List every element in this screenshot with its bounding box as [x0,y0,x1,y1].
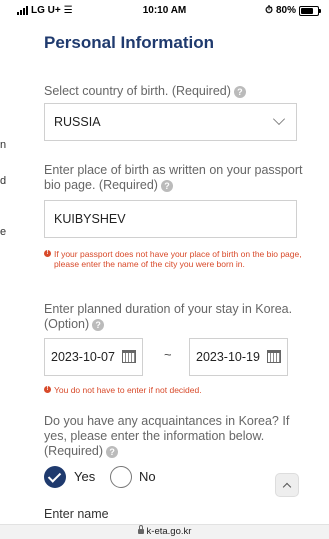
country-label: Select country of birth. (Required)? [44,84,306,99]
start-date-value: 2023-10-07 [51,350,115,364]
start-date-input[interactable]: 2023-10-07 [44,338,143,376]
scroll-to-top-button[interactable] [275,473,299,497]
status-bar: LG U+ ☰ 10:10 AM ⏱ 80% [0,0,329,22]
date-separator: ~ [164,347,172,362]
chevron-down-icon [272,112,286,126]
alert-icon: ! [44,386,51,393]
birthplace-note: ! If your passport does not have your pl… [44,249,306,269]
name-label: Enter name [44,507,109,521]
battery-icon [299,5,321,16]
help-icon[interactable]: ? [92,318,105,331]
radio-yes-checked[interactable] [44,466,66,488]
left-edge-fragment: d [0,175,6,187]
birthplace-label: Enter place of birth as written on your … [44,163,306,193]
page-title: Personal Information [44,33,215,52]
help-icon[interactable]: ? [233,85,246,98]
country-select-value: RUSSIA [54,115,101,129]
status-right: ⏱ 80% [265,5,321,16]
help-icon[interactable]: ? [106,445,119,458]
alert-icon: ! [44,250,51,257]
radio-no[interactable] [110,466,132,488]
acquaintance-label: Do you have any acquaintances in Korea? … [44,414,306,459]
birthplace-note-text: If your passport does not have your plac… [54,249,302,269]
url-bar[interactable]: k-eta.go.kr [0,524,329,539]
radio-yes-label[interactable]: Yes [74,469,95,484]
birthplace-value: KUIBYSHEV [54,212,126,226]
country-select[interactable]: RUSSIA [44,103,297,141]
left-edge-fragment: e [0,226,6,238]
birthplace-label-text: Enter place of birth as written on your … [44,163,303,192]
help-icon[interactable]: ? [160,179,173,192]
url-text: k-eta.go.kr [146,526,192,537]
alarm-icon: ⏱ [265,5,273,16]
stay-note-text: You do not have to enter if not decided. [54,385,202,395]
lock-icon [137,524,144,534]
stay-label: Enter planned duration of your stay in K… [44,302,306,332]
stay-label-text: Enter planned duration of your stay in K… [44,302,293,331]
left-edge-fragment: n [0,139,6,151]
calendar-icon[interactable] [267,350,281,363]
battery-percent: 80% [275,5,296,16]
birthplace-input[interactable]: KUIBYSHEV [44,200,297,238]
end-date-input[interactable]: 2023-10-19 [189,338,288,376]
acquaintance-label-text: Do you have any acquaintances in Korea? … [44,414,290,458]
end-date-value: 2023-10-19 [196,350,260,364]
country-label-text: Select country of birth. (Required) [44,84,231,98]
calendar-icon[interactable] [122,350,136,363]
radio-no-label[interactable]: No [139,469,156,484]
stay-note: ! You do not have to enter if not decide… [44,385,306,395]
